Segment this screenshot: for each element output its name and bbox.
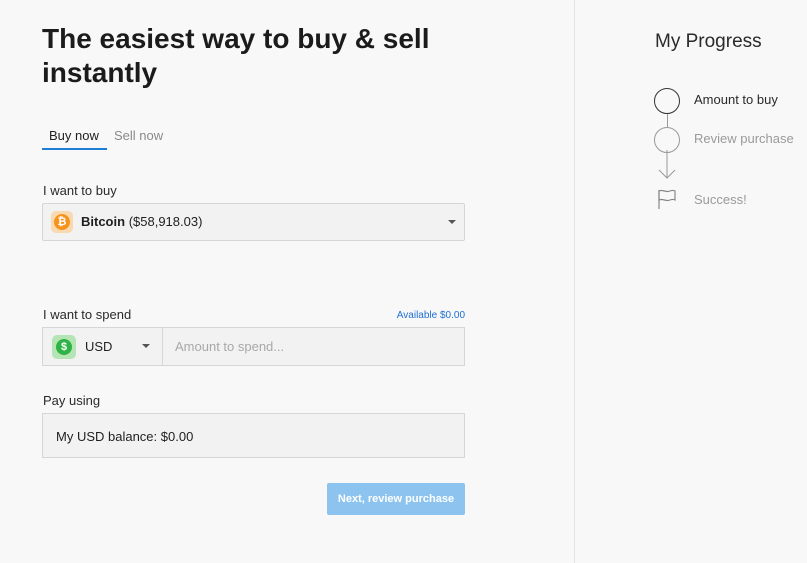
- buy-sell-panel: The easiest way to buy & sell instantly …: [0, 0, 574, 563]
- spend-label: I want to spend: [43, 307, 132, 322]
- tab-buy-now[interactable]: Buy now: [49, 128, 99, 143]
- chevron-down-icon: [448, 220, 456, 224]
- active-tab-indicator: [42, 148, 107, 150]
- payment-method-select[interactable]: My USD balance: $0.00: [42, 413, 465, 458]
- coin-price: ($58,918.03): [128, 214, 203, 229]
- currency-value: USD: [85, 339, 113, 354]
- pay-label: Pay using: [43, 393, 101, 408]
- bitcoin-icon: ₿: [51, 211, 73, 233]
- flag-icon: [658, 189, 676, 209]
- buy-label: I want to buy: [43, 183, 117, 198]
- coin-name: Bitcoin: [81, 214, 126, 229]
- amount-input[interactable]: [163, 328, 459, 365]
- spend-input-group: $ USD: [42, 327, 465, 366]
- step-label-amount: Amount to buy: [694, 92, 778, 107]
- tab-sell-now[interactable]: Sell now: [114, 128, 163, 143]
- next-review-purchase-button[interactable]: Next, review purchase: [327, 483, 465, 515]
- progress-title: My Progress: [655, 31, 762, 52]
- step-label-success: Success!: [694, 192, 747, 207]
- dollar-icon: $: [52, 335, 76, 359]
- arrow-down-icon: [658, 150, 676, 179]
- coin-select-value: Bitcoin ($58,918.03): [81, 214, 202, 229]
- progress-panel: My Progress Amount to buy Review purchas…: [575, 0, 807, 563]
- currency-select[interactable]: $ USD: [43, 328, 163, 365]
- coin-select[interactable]: ₿ Bitcoin ($58,918.03): [42, 203, 465, 241]
- step-label-review: Review purchase: [694, 131, 794, 146]
- available-balance-link[interactable]: Available $0.00: [365, 310, 465, 321]
- chevron-down-icon: [142, 344, 150, 348]
- page-title: The easiest way to buy & sell instantly: [42, 23, 430, 88]
- step-circle-amount: [654, 88, 680, 114]
- step-connector: [667, 114, 668, 127]
- payment-method-value: My USD balance: $0.00: [56, 429, 194, 444]
